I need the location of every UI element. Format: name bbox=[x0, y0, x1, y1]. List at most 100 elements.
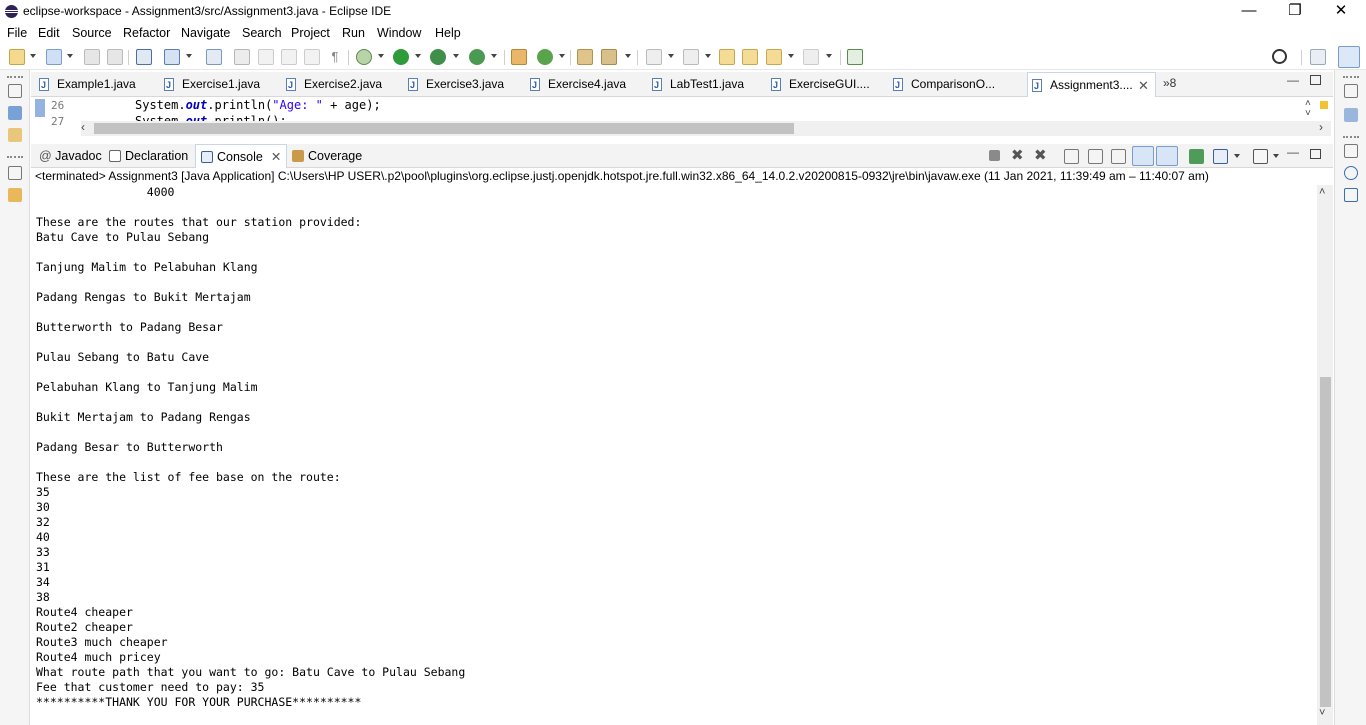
restore-view-icon[interactable] bbox=[1344, 144, 1358, 158]
run-dropdown-icon[interactable] bbox=[415, 54, 421, 58]
console-vertical-scrollbar[interactable]: ˄ ˅ bbox=[1317, 185, 1333, 725]
task-list-icon[interactable] bbox=[1344, 108, 1358, 122]
java-perspective-icon[interactable] bbox=[1338, 46, 1360, 68]
scroll-left-icon[interactable]: ‹ bbox=[81, 120, 85, 134]
display-console-dropdown-icon[interactable] bbox=[1234, 154, 1240, 158]
show-whitespace-icon[interactable]: ¶ bbox=[327, 49, 343, 65]
new-dropdown-icon[interactable] bbox=[30, 54, 36, 58]
minimize-view-icon[interactable]: — bbox=[1287, 145, 1299, 159]
word-wrap-icon[interactable] bbox=[281, 49, 297, 65]
save-icon[interactable] bbox=[84, 49, 100, 65]
menu-source[interactable]: Source bbox=[72, 26, 112, 40]
tab-coverage[interactable]: Coverage bbox=[292, 144, 362, 168]
tab-exercise4[interactable]: Exercise4.java bbox=[530, 72, 648, 98]
code-editor[interactable]: 26 27 System.out.println("Age: " + age);… bbox=[31, 97, 1333, 137]
help-icon[interactable] bbox=[1344, 166, 1358, 180]
minimize-button[interactable]: — bbox=[1226, 0, 1272, 24]
close-tab-icon[interactable]: ✕ bbox=[1138, 73, 1149, 98]
remove-all-launches-icon[interactable]: ✖ bbox=[1034, 148, 1049, 164]
tab-labtest1[interactable]: LabTest1.java bbox=[652, 72, 762, 98]
restore-button[interactable]: ❐ bbox=[1272, 0, 1318, 24]
next-annotation-dropdown-icon[interactable] bbox=[668, 54, 674, 58]
previous-annotation-icon[interactable] bbox=[683, 49, 699, 65]
block-selection-icon[interactable] bbox=[304, 49, 320, 65]
minimize-editor-icon[interactable]: — bbox=[1287, 73, 1299, 87]
forward-dropdown-icon[interactable] bbox=[826, 54, 832, 58]
open-console-icon[interactable] bbox=[136, 49, 152, 65]
console-view-icon[interactable] bbox=[1344, 188, 1358, 202]
scroll-down-icon[interactable]: ˅ bbox=[1319, 707, 1325, 719]
menu-help[interactable]: Help bbox=[435, 26, 461, 40]
outline-icon[interactable] bbox=[8, 128, 22, 142]
new-class-icon[interactable] bbox=[537, 49, 553, 65]
search-tool-icon[interactable] bbox=[601, 49, 617, 65]
open-perspective-icon[interactable] bbox=[1310, 49, 1326, 65]
menu-search[interactable]: Search bbox=[242, 26, 282, 40]
maximize-editor-icon[interactable] bbox=[1310, 75, 1321, 85]
scroll-lock-icon[interactable] bbox=[1088, 149, 1103, 164]
external-tools-dropdown-icon[interactable] bbox=[491, 54, 497, 58]
back-dropdown-icon[interactable] bbox=[788, 54, 794, 58]
editor-horizontal-scrollbar[interactable]: ‹ › bbox=[81, 120, 1331, 136]
coverage-icon[interactable] bbox=[430, 49, 446, 65]
forward-icon[interactable] bbox=[803, 49, 819, 65]
search-dropdown-icon[interactable] bbox=[625, 54, 631, 58]
show-on-stderr-icon[interactable] bbox=[1156, 146, 1178, 166]
more-tabs-button[interactable]: »8 bbox=[1163, 76, 1176, 90]
tab-console[interactable]: Console ✕ bbox=[195, 144, 287, 168]
menu-edit[interactable]: Edit bbox=[38, 26, 60, 40]
console-output[interactable]: 4000 These are the routes that our statio… bbox=[31, 185, 1317, 725]
toggle-breadcrumb-icon[interactable] bbox=[164, 49, 180, 65]
close-tab-icon[interactable]: ✕ bbox=[271, 150, 281, 164]
breadcrumb-dropdown-icon[interactable] bbox=[186, 54, 192, 58]
tab-assignment3[interactable]: Assignment3.... ✕ bbox=[1027, 72, 1156, 99]
tab-example1[interactable]: Example1.java bbox=[39, 72, 159, 98]
save-all-icon[interactable] bbox=[107, 49, 123, 65]
show-on-stdout-icon[interactable] bbox=[1132, 146, 1154, 166]
open-console-dropdown-icon[interactable] bbox=[1273, 154, 1279, 158]
mark-occurrences-icon[interactable] bbox=[234, 49, 250, 65]
menu-run[interactable]: Run bbox=[342, 26, 365, 40]
tab-exercise3[interactable]: Exercise3.java bbox=[408, 72, 526, 98]
menu-file[interactable]: File bbox=[7, 26, 27, 40]
menu-window[interactable]: Window bbox=[377, 26, 421, 40]
tab-exercise2[interactable]: Exercise2.java bbox=[286, 72, 404, 98]
back-icon[interactable] bbox=[766, 49, 782, 65]
tab-exercisegui[interactable]: ExerciseGUI.... bbox=[771, 72, 887, 98]
search-icon[interactable] bbox=[1272, 49, 1287, 64]
tab-javadoc[interactable]: @ Javadoc bbox=[39, 144, 102, 168]
tab-comparison[interactable]: ComparisonO... bbox=[893, 72, 1021, 98]
editor-scroll-down-icon[interactable]: ˅ bbox=[1305, 108, 1311, 119]
maximize-view-icon[interactable] bbox=[1310, 149, 1321, 159]
trim-handle[interactable] bbox=[1343, 76, 1359, 78]
tab-declaration[interactable]: Declaration bbox=[109, 144, 188, 168]
new-package-icon[interactable] bbox=[511, 49, 527, 65]
code-line-26[interactable]: System.out.println("Age: " + age); bbox=[135, 98, 381, 112]
menu-navigate[interactable]: Navigate bbox=[181, 26, 230, 40]
remove-launch-icon[interactable]: ✖ bbox=[1011, 148, 1026, 164]
debug-dropdown-icon[interactable] bbox=[378, 54, 384, 58]
debug-icon[interactable] bbox=[356, 49, 372, 65]
menu-refactor[interactable]: Refactor bbox=[123, 26, 170, 40]
pin-console-icon[interactable] bbox=[1189, 149, 1204, 164]
skip-breakpoints-icon[interactable] bbox=[206, 49, 222, 65]
terminate-icon[interactable] bbox=[989, 150, 1000, 161]
restore-view-icon[interactable] bbox=[8, 84, 22, 98]
open-console-icon[interactable] bbox=[1253, 149, 1268, 164]
close-button[interactable]: ✕ bbox=[1318, 0, 1364, 24]
coverage-dropdown-icon[interactable] bbox=[453, 54, 459, 58]
package-explorer-icon[interactable] bbox=[8, 106, 22, 120]
pin-editor-icon[interactable] bbox=[847, 49, 863, 65]
new-java-project-icon[interactable] bbox=[46, 49, 62, 65]
edit-icon[interactable] bbox=[258, 49, 274, 65]
new-java-dropdown-icon[interactable] bbox=[67, 54, 73, 58]
scroll-thumb[interactable] bbox=[94, 123, 794, 134]
scroll-thumb[interactable] bbox=[1320, 377, 1331, 707]
forward-edit-icon[interactable] bbox=[742, 49, 758, 65]
scroll-up-icon[interactable]: ˄ bbox=[1319, 186, 1325, 198]
previous-annotation-dropdown-icon[interactable] bbox=[705, 54, 711, 58]
scroll-right-icon[interactable]: › bbox=[1319, 120, 1323, 134]
new-icon[interactable] bbox=[9, 49, 25, 65]
last-edit-location-icon[interactable] bbox=[719, 49, 735, 65]
run-icon[interactable] bbox=[393, 49, 409, 65]
